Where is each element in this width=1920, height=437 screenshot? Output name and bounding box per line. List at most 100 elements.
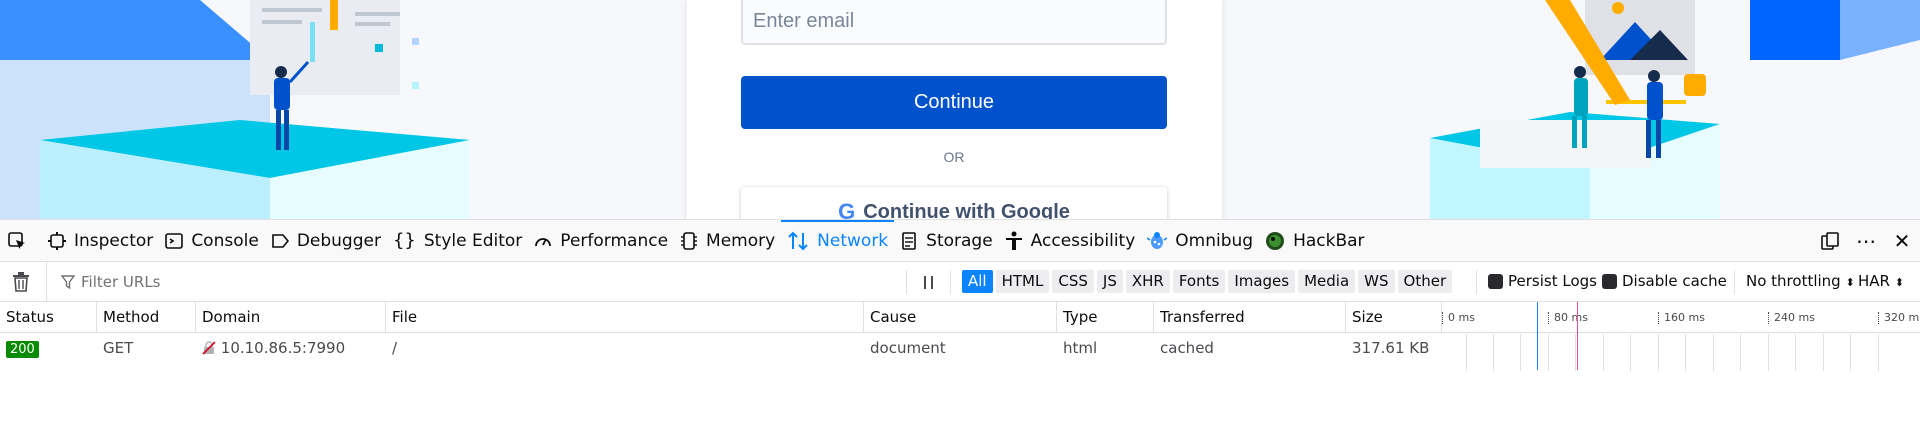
column-header-size[interactable]: Size	[1346, 302, 1442, 333]
throttling-select[interactable]: No throttling ⬍	[1746, 272, 1855, 290]
filter-ws[interactable]: WS	[1358, 270, 1395, 293]
filter-css[interactable]: CSS	[1052, 270, 1094, 293]
persist-logs-label: Persist Logs	[1508, 272, 1597, 290]
har-menu[interactable]: HAR ⬍	[1858, 272, 1904, 290]
column-header-file[interactable]: File	[386, 302, 864, 333]
tab-inspector[interactable]: Inspector	[42, 220, 159, 262]
performance-icon	[535, 237, 552, 246]
checkbox-icon	[1488, 273, 1503, 289]
request-type-filters: All HTML CSS JS XHR Fonts Images Media W…	[962, 270, 1453, 293]
disable-cache-label: Disable cache	[1622, 272, 1727, 290]
tab-performance[interactable]: Performance	[528, 220, 674, 262]
column-header-type[interactable]: Type	[1057, 302, 1154, 333]
network-toolbar: All HTML CSS JS XHR Fonts Images Media W…	[0, 262, 1920, 302]
continue-button[interactable]: Continue	[741, 76, 1167, 129]
storage-icon	[902, 231, 916, 250]
login-card: Continue OR G Continue with Google	[687, 0, 1222, 219]
column-header-transferred[interactable]: Transferred	[1154, 302, 1346, 333]
tab-network[interactable]: Network	[781, 219, 895, 262]
timeline-tick: 320 m	[1878, 302, 1919, 333]
element-picker-icon	[8, 231, 25, 249]
tab-label: Network	[817, 230, 889, 251]
filter-other[interactable]: Other	[1397, 270, 1453, 293]
column-header-cause[interactable]: Cause	[864, 302, 1057, 333]
timeline-tick: 0 ms	[1442, 302, 1475, 333]
cell-cause: document	[870, 339, 946, 357]
tab-label: Performance	[560, 230, 669, 251]
google-logo-icon: G	[838, 199, 856, 220]
filter-icon	[61, 275, 75, 289]
request-table: Status Method Domain File Cause Type Tra…	[0, 302, 1920, 371]
tab-label: HackBar	[1293, 230, 1365, 251]
filter-box	[46, 262, 906, 302]
filter-fonts[interactable]: Fonts	[1172, 270, 1226, 293]
throttling-value: No throttling	[1746, 272, 1841, 290]
console-icon	[165, 232, 184, 249]
team-illustration-right	[1430, 0, 1920, 219]
tab-storage[interactable]: Storage	[894, 220, 999, 262]
toolbox-controls: ⋯ ✕	[1812, 220, 1920, 262]
dock-toggle-button[interactable]	[1812, 220, 1848, 262]
more-options-button[interactable]: ⋯	[1848, 220, 1884, 262]
team-illustration-left	[0, 0, 470, 219]
trash-icon	[13, 271, 29, 292]
tab-debugger[interactable]: Debugger	[265, 220, 387, 262]
tab-label: Style Editor	[423, 230, 523, 251]
timeline-tick: 80 ms	[1548, 302, 1588, 333]
email-input[interactable]	[741, 0, 1167, 45]
timeline-tick: 160 ms	[1658, 302, 1705, 333]
element-picker-button[interactable]	[0, 220, 42, 262]
filter-xhr[interactable]: XHR	[1125, 270, 1170, 293]
filter-all[interactable]: All	[962, 270, 993, 293]
table-row[interactable]: 200 GET 10.10.86.5:7990 / document html …	[0, 333, 1920, 363]
cell-file: /	[392, 339, 398, 357]
tab-accessibility[interactable]: Accessibility	[999, 220, 1142, 262]
disable-cache-checkbox[interactable]: Disable cache	[1602, 272, 1727, 290]
column-header-method[interactable]: Method	[97, 302, 196, 333]
debugger-icon	[272, 233, 289, 248]
filter-images[interactable]: Images	[1228, 270, 1296, 293]
network-icon	[788, 231, 808, 250]
omnibug-icon	[1147, 231, 1168, 249]
cell-method: GET	[103, 339, 134, 357]
dock-side-icon	[1821, 232, 1839, 250]
cell-transferred: cached	[1160, 339, 1214, 357]
filter-media[interactable]: Media	[1298, 270, 1356, 293]
pause-icon-bar	[923, 275, 926, 289]
style-editor-icon: {}	[392, 230, 416, 251]
tab-label: Omnibug	[1175, 230, 1254, 251]
filter-urls-input[interactable]	[81, 273, 781, 291]
checkbox-icon	[1602, 273, 1617, 289]
column-header-domain[interactable]: Domain	[196, 302, 386, 333]
har-label: HAR	[1858, 272, 1890, 290]
insecure-connection-icon	[202, 341, 216, 355]
pause-recording-button[interactable]	[916, 271, 940, 293]
table-header: Status Method Domain File Cause Type Tra…	[0, 302, 1920, 333]
devtools-panel: Inspector Console Debugger {} Style Edit…	[0, 219, 1920, 437]
cell-size: 317.61 KB	[1352, 339, 1430, 357]
tab-console[interactable]: Console	[159, 220, 265, 262]
persist-logs-checkbox[interactable]: Persist Logs	[1488, 272, 1597, 290]
cell-domain: 10.10.86.5:7990	[196, 333, 386, 363]
close-devtools-button[interactable]: ✕	[1884, 220, 1920, 262]
tab-style-editor[interactable]: {} Style Editor	[387, 220, 528, 262]
dropdown-arrows-icon: ⬍	[1894, 276, 1904, 289]
tab-label: Inspector	[74, 230, 154, 251]
hackbar-icon	[1266, 231, 1285, 250]
tab-memory[interactable]: Memory	[674, 220, 781, 262]
column-header-status[interactable]: Status	[0, 302, 97, 333]
dropdown-arrows-icon: ⬍	[1845, 276, 1855, 289]
tab-label: Accessibility	[1030, 230, 1136, 251]
pause-icon-bar	[930, 275, 933, 289]
memory-icon	[681, 231, 698, 250]
filter-html[interactable]: HTML	[995, 270, 1050, 293]
filter-js[interactable]: JS	[1096, 270, 1123, 293]
tab-hackbar[interactable]: HackBar	[1259, 220, 1370, 262]
status-badge: 200	[6, 341, 39, 358]
continue-with-google-button[interactable]: G Continue with Google	[741, 187, 1167, 219]
tab-label: Memory	[706, 230, 776, 251]
tab-omnibug[interactable]: Omnibug	[1141, 220, 1259, 262]
domain-text: 10.10.86.5:7990	[220, 339, 346, 357]
clear-button[interactable]	[0, 262, 42, 302]
or-separator: OR	[943, 149, 965, 165]
